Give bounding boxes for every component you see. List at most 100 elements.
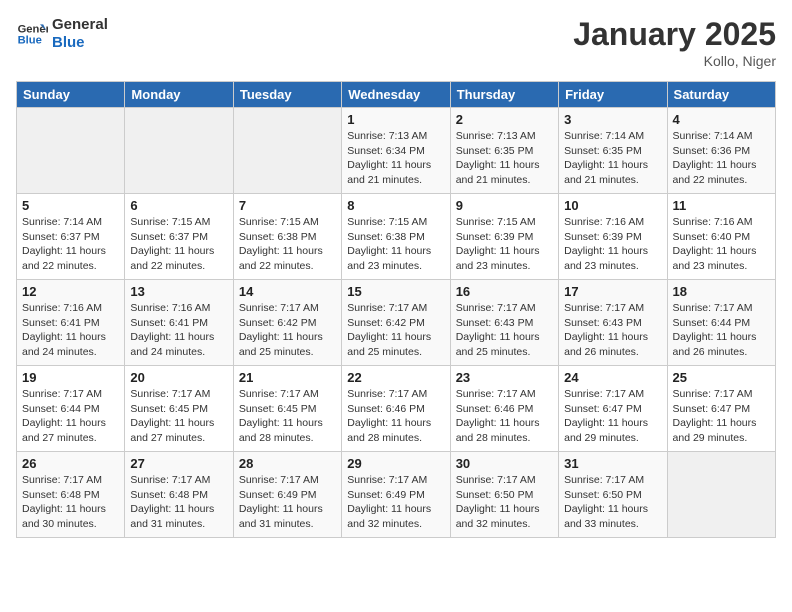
day-info: Sunrise: 7:16 AMSunset: 6:41 PMDaylight:… xyxy=(22,301,119,360)
day-cell: 30 Sunrise: 7:17 AMSunset: 6:50 PMDayligh… xyxy=(450,452,558,538)
day-cell: 4Sunrise: 7:14 AMSunset: 6:36 PMDaylight… xyxy=(667,108,775,194)
calendar-table: SundayMondayTuesdayWednesdayThursdayFrid… xyxy=(16,81,776,538)
day-cell: 16 Sunrise: 7:17 AMSunset: 6:43 PMDayligh… xyxy=(450,280,558,366)
logo-line2: Blue xyxy=(52,34,108,52)
day-info: Sunrise: 7:17 AMSunset: 6:44 PMDaylight:… xyxy=(673,301,770,360)
day-number: 21 xyxy=(239,370,336,385)
day-cell: 22 Sunrise: 7:17 AMSunset: 6:46 PMDayligh… xyxy=(342,366,450,452)
logo: General Blue General Blue xyxy=(16,16,108,52)
day-info: Sunrise: 7:17 AMSunset: 6:49 PMDaylight:… xyxy=(347,473,444,532)
day-info: Sunrise: 7:17 AMSunset: 6:48 PMDaylight:… xyxy=(130,473,227,532)
day-number: 20 xyxy=(130,370,227,385)
day-cell: 29 Sunrise: 7:17 AMSunset: 6:49 PMDayligh… xyxy=(342,452,450,538)
day-number: 17 xyxy=(564,284,661,299)
day-cell: 26 Sunrise: 7:17 AMSunset: 6:48 PMDayligh… xyxy=(17,452,125,538)
day-number: 1 xyxy=(347,112,444,127)
week-row-1: 1 Sunrise: 7:13 AMSunset: 6:34 PMDaylight… xyxy=(17,108,776,194)
day-number: 24 xyxy=(564,370,661,385)
day-cell: 11Sunrise: 7:16 AMSunset: 6:40 PMDayligh… xyxy=(667,194,775,280)
day-cell xyxy=(125,108,233,194)
day-number: 19 xyxy=(22,370,119,385)
day-cell: 13 Sunrise: 7:16 AMSunset: 6:41 PMDayligh… xyxy=(125,280,233,366)
day-number: 10 xyxy=(564,198,661,213)
day-cell xyxy=(667,452,775,538)
day-number: 3 xyxy=(564,112,661,127)
day-cell: 5 Sunrise: 7:14 AMSunset: 6:37 PMDaylight… xyxy=(17,194,125,280)
day-cell: 14 Sunrise: 7:17 AMSunset: 6:42 PMDayligh… xyxy=(233,280,341,366)
day-cell: 9 Sunrise: 7:15 AMSunset: 6:39 PMDaylight… xyxy=(450,194,558,280)
day-info: Sunrise: 7:14 AMSunset: 6:35 PMDaylight:… xyxy=(564,129,661,188)
day-number: 8 xyxy=(347,198,444,213)
day-cell: 12 Sunrise: 7:16 AMSunset: 6:41 PMDayligh… xyxy=(17,280,125,366)
day-info: Sunrise: 7:17 AMSunset: 6:48 PMDaylight:… xyxy=(22,473,119,532)
day-number: 30 xyxy=(456,456,553,471)
day-number: 16 xyxy=(456,284,553,299)
day-info: Sunrise: 7:15 AMSunset: 6:38 PMDaylight:… xyxy=(239,215,336,274)
day-info: Sunrise: 7:14 AMSunset: 6:37 PMDaylight:… xyxy=(22,215,119,274)
day-cell: 3 Sunrise: 7:14 AMSunset: 6:35 PMDaylight… xyxy=(559,108,667,194)
day-number: 5 xyxy=(22,198,119,213)
day-cell: 17 Sunrise: 7:17 AMSunset: 6:43 PMDayligh… xyxy=(559,280,667,366)
day-info: Sunrise: 7:17 AMSunset: 6:50 PMDaylight:… xyxy=(456,473,553,532)
day-cell: 8 Sunrise: 7:15 AMSunset: 6:38 PMDaylight… xyxy=(342,194,450,280)
day-info: Sunrise: 7:17 AMSunset: 6:46 PMDaylight:… xyxy=(347,387,444,446)
day-info: Sunrise: 7:17 AMSunset: 6:43 PMDaylight:… xyxy=(456,301,553,360)
day-cell xyxy=(17,108,125,194)
day-info: Sunrise: 7:17 AMSunset: 6:50 PMDaylight:… xyxy=(564,473,661,532)
day-info: Sunrise: 7:17 AMSunset: 6:47 PMDaylight:… xyxy=(564,387,661,446)
day-cell: 6 Sunrise: 7:15 AMSunset: 6:37 PMDaylight… xyxy=(125,194,233,280)
day-number: 12 xyxy=(22,284,119,299)
logo-line1: General xyxy=(52,16,108,34)
calendar-title: January 2025 xyxy=(573,16,776,53)
svg-text:Blue: Blue xyxy=(18,35,42,47)
title-block: January 2025 Kollo, Niger xyxy=(573,16,776,69)
day-number: 25 xyxy=(673,370,770,385)
day-number: 26 xyxy=(22,456,119,471)
day-number: 28 xyxy=(239,456,336,471)
day-number: 6 xyxy=(130,198,227,213)
day-number: 23 xyxy=(456,370,553,385)
day-cell: 23 Sunrise: 7:17 AMSunset: 6:46 PMDayligh… xyxy=(450,366,558,452)
day-number: 14 xyxy=(239,284,336,299)
weekday-wednesday: Wednesday xyxy=(342,82,450,108)
day-cell: 18Sunrise: 7:17 AMSunset: 6:44 PMDayligh… xyxy=(667,280,775,366)
day-number: 31 xyxy=(564,456,661,471)
day-info: Sunrise: 7:15 AMSunset: 6:37 PMDaylight:… xyxy=(130,215,227,274)
day-number: 13 xyxy=(130,284,227,299)
day-info: Sunrise: 7:13 AMSunset: 6:35 PMDaylight:… xyxy=(456,129,553,188)
day-cell: 20Sunrise: 7:17 AMSunset: 6:45 PMDayligh… xyxy=(125,366,233,452)
weekday-friday: Friday xyxy=(559,82,667,108)
day-cell: 1 Sunrise: 7:13 AMSunset: 6:34 PMDaylight… xyxy=(342,108,450,194)
day-info: Sunrise: 7:14 AMSunset: 6:36 PMDaylight:… xyxy=(673,129,770,188)
week-row-5: 26 Sunrise: 7:17 AMSunset: 6:48 PMDayligh… xyxy=(17,452,776,538)
day-number: 9 xyxy=(456,198,553,213)
day-cell: 25Sunrise: 7:17 AMSunset: 6:47 PMDayligh… xyxy=(667,366,775,452)
day-info: Sunrise: 7:16 AMSunset: 6:40 PMDaylight:… xyxy=(673,215,770,274)
day-info: Sunrise: 7:17 AMSunset: 6:42 PMDaylight:… xyxy=(239,301,336,360)
day-info: Sunrise: 7:17 AMSunset: 6:45 PMDaylight:… xyxy=(239,387,336,446)
day-cell: 19 Sunrise: 7:17 AMSunset: 6:44 PMDayligh… xyxy=(17,366,125,452)
day-info: Sunrise: 7:17 AMSunset: 6:46 PMDaylight:… xyxy=(456,387,553,446)
day-cell: 15Sunrise: 7:17 AMSunset: 6:42 PMDayligh… xyxy=(342,280,450,366)
day-info: Sunrise: 7:15 AMSunset: 6:39 PMDaylight:… xyxy=(456,215,553,274)
logo-icon: General Blue xyxy=(16,18,48,50)
day-number: 27 xyxy=(130,456,227,471)
weekday-tuesday: Tuesday xyxy=(233,82,341,108)
weekday-saturday: Saturday xyxy=(667,82,775,108)
day-cell: 10Sunrise: 7:16 AMSunset: 6:39 PMDayligh… xyxy=(559,194,667,280)
day-cell: 21 Sunrise: 7:17 AMSunset: 6:45 PMDayligh… xyxy=(233,366,341,452)
day-cell: 24 Sunrise: 7:17 AMSunset: 6:47 PMDayligh… xyxy=(559,366,667,452)
day-number: 2 xyxy=(456,112,553,127)
day-number: 29 xyxy=(347,456,444,471)
day-info: Sunrise: 7:13 AMSunset: 6:34 PMDaylight:… xyxy=(347,129,444,188)
day-number: 7 xyxy=(239,198,336,213)
calendar-subtitle: Kollo, Niger xyxy=(573,53,776,69)
day-info: Sunrise: 7:16 AMSunset: 6:41 PMDaylight:… xyxy=(130,301,227,360)
day-number: 15 xyxy=(347,284,444,299)
day-info: Sunrise: 7:15 AMSunset: 6:38 PMDaylight:… xyxy=(347,215,444,274)
weekday-thursday: Thursday xyxy=(450,82,558,108)
day-number: 22 xyxy=(347,370,444,385)
day-info: Sunrise: 7:17 AMSunset: 6:43 PMDaylight:… xyxy=(564,301,661,360)
weekday-header-row: SundayMondayTuesdayWednesdayThursdayFrid… xyxy=(17,82,776,108)
day-info: Sunrise: 7:17 AMSunset: 6:44 PMDaylight:… xyxy=(22,387,119,446)
